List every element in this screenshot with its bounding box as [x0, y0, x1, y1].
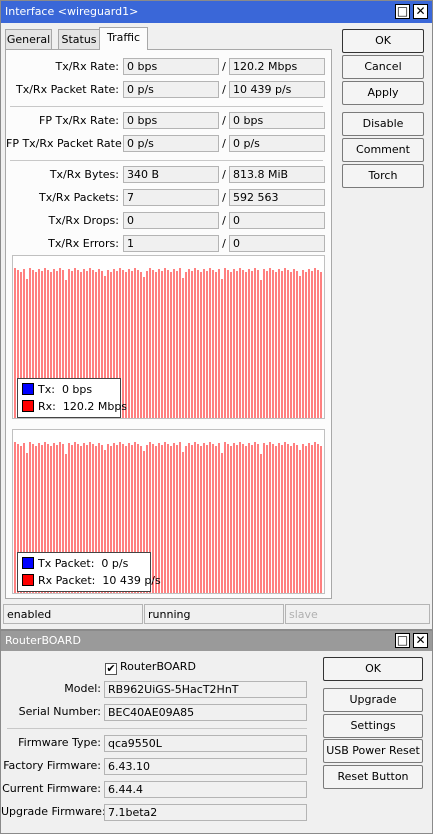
close-button[interactable]: ✕ — [413, 4, 428, 19]
rx-bytes-field[interactable]: 813.8 MiB — [229, 166, 325, 183]
slash: / — [222, 214, 226, 227]
reset-button-button[interactable]: Reset Button — [323, 765, 423, 789]
legend-rx-packet-label: Rx Packet: — [38, 574, 96, 587]
tx-packet-rate-field[interactable]: 0 p/s — [123, 81, 219, 98]
rate-graph: Tx: 0 bps Rx: 120.2 Mbps — [12, 255, 325, 419]
settings-button[interactable]: Settings — [323, 714, 423, 738]
legend-rx: Rx: 120.2 Mbps — [22, 398, 127, 415]
interface-title-bar[interactable]: Interface <wireguard1> □ ✕ — [1, 1, 432, 23]
tab-general[interactable]: General — [5, 29, 52, 49]
tab-status[interactable]: Status — [58, 29, 100, 49]
legend-rx-label: Rx: — [38, 400, 56, 413]
rx-rate-field[interactable]: 120.2 Mbps — [229, 58, 325, 75]
serial-number-label: Serial Number: — [18, 705, 101, 718]
separator — [10, 160, 323, 161]
serial-number-field[interactable]: BEC40AE09A85 — [104, 704, 307, 721]
txrx-rate-label: Tx/Rx Rate: — [55, 60, 119, 73]
ok-button[interactable]: OK — [342, 29, 424, 53]
fp-rx-packet-rate-field[interactable]: 0 p/s — [229, 135, 325, 152]
routerboard-checkbox-label: RouterBOARD — [120, 660, 196, 673]
factory-firmware-field[interactable]: 6.43.10 — [104, 758, 307, 775]
current-firmware-label: Current Firmware: — [2, 782, 101, 795]
traffic-panel: Tx/Rx Rate: 0 bps / 120.2 Mbps Tx/Rx Pac… — [5, 49, 332, 599]
legend-tx-packet: Tx Packet: 0 p/s — [22, 555, 146, 572]
cancel-button[interactable]: Cancel — [342, 55, 424, 79]
slash: / — [222, 114, 226, 127]
txrx-packets-label: Tx/Rx Packets: — [38, 191, 119, 204]
txrx-drops-label: Tx/Rx Drops: — [48, 214, 120, 227]
upgrade-firmware-label: Upgrade Firmware: — [1, 805, 106, 818]
slash: / — [222, 191, 226, 204]
interface-window: Interface <wireguard1> □ ✕ General Statu… — [0, 0, 433, 630]
rx-drops-field[interactable]: 0 — [229, 212, 325, 229]
rb-ok-button[interactable]: OK — [323, 657, 423, 681]
fp-tx-packet-rate-field[interactable]: 0 p/s — [123, 135, 219, 152]
tab-traffic[interactable]: Traffic — [99, 27, 148, 50]
txrx-packet-rate-label: Tx/Rx Packet Rate: — [16, 83, 119, 96]
status-running: running — [144, 604, 284, 624]
tx-packets-field[interactable]: 7 — [123, 189, 219, 206]
legend-rx-packet: Rx Packet: 10 439 p/s — [22, 572, 161, 589]
firmware-type-field[interactable]: qca9550L — [104, 735, 307, 752]
tx-swatch — [22, 383, 34, 395]
routerboard-title-bar[interactable]: RouterBOARD □ ✕ — [1, 631, 432, 651]
rx-packet-rate-field[interactable]: 10 439 p/s — [229, 81, 325, 98]
tx-rate-field[interactable]: 0 bps — [123, 58, 219, 75]
routerboard-window-title: RouterBOARD — [5, 634, 81, 647]
rx-packets-field[interactable]: 592 563 — [229, 189, 325, 206]
factory-firmware-label: Factory Firmware: — [3, 759, 101, 772]
comment-button[interactable]: Comment — [342, 138, 424, 162]
rate-graph-legend: Tx: 0 bps Rx: 120.2 Mbps — [17, 378, 127, 418]
separator — [7, 728, 307, 729]
txrx-bytes-label: Tx/Rx Bytes: — [49, 168, 119, 181]
slash: / — [222, 83, 226, 96]
txrx-errors-label: Tx/Rx Errors: — [48, 237, 119, 250]
disable-button[interactable]: Disable — [342, 112, 424, 136]
slash: / — [222, 137, 226, 150]
slash: / — [222, 60, 226, 73]
interface-window-title: Interface <wireguard1> — [5, 5, 139, 18]
maximize-button[interactable]: □ — [395, 4, 410, 19]
rx-errors-field[interactable]: 0 — [229, 235, 325, 252]
model-label: Model: — [64, 682, 101, 695]
model-field[interactable]: RB962UiGS-5HacT2HnT — [104, 681, 307, 698]
packet-graph: Tx Packet: 0 p/s Rx Packet: 10 439 p/s — [12, 429, 325, 594]
legend-tx-packet-label: Tx Packet: — [38, 557, 95, 570]
fp-txrx-rate-label: FP Tx/Rx Rate: — [39, 114, 119, 127]
torch-button[interactable]: Torch — [342, 164, 424, 188]
legend-rx-packet-value: 10 439 p/s — [102, 574, 161, 587]
rx-swatch — [22, 400, 34, 412]
current-firmware-field[interactable]: 6.44.4 — [104, 781, 307, 798]
fp-txrx-packet-rate-label: FP Tx/Rx Packet Rate: — [6, 137, 126, 150]
maximize-button[interactable]: □ — [395, 633, 410, 648]
tx-bytes-field[interactable]: 340 B — [123, 166, 219, 183]
usb-power-reset-button[interactable]: USB Power Reset — [323, 739, 423, 763]
routerboard-checkbox-row[interactable]: ✔ RouterBOARD — [105, 659, 196, 675]
upgrade-button[interactable]: Upgrade — [323, 688, 423, 712]
apply-button[interactable]: Apply — [342, 81, 424, 105]
close-button[interactable]: ✕ — [413, 633, 428, 648]
routerboard-window: RouterBOARD □ ✕ ✔ RouterBOARD Model: RB96… — [0, 630, 433, 834]
slash: / — [222, 237, 226, 250]
legend-tx-label: Tx: — [38, 383, 55, 396]
firmware-type-label: Firmware Type: — [18, 736, 101, 749]
slash: / — [222, 168, 226, 181]
legend-tx: Tx: 0 bps — [22, 381, 116, 398]
legend-tx-value: 0 bps — [61, 383, 93, 396]
legend-tx-packet-value: 0 p/s — [101, 557, 129, 570]
routerboard-checkbox[interactable]: ✔ — [105, 663, 117, 675]
status-enabled: enabled — [3, 604, 143, 624]
packet-graph-legend: Tx Packet: 0 p/s Rx Packet: 10 439 p/s — [17, 552, 161, 592]
tx-drops-field[interactable]: 0 — [123, 212, 219, 229]
status-slave: slave — [285, 604, 430, 624]
upgrade-firmware-field[interactable]: 7.1beta2 — [104, 804, 307, 821]
legend-rx-value: 120.2 Mbps — [62, 400, 128, 413]
tx-errors-field[interactable]: 1 — [123, 235, 219, 252]
rx-swatch — [22, 574, 34, 586]
separator — [10, 106, 323, 107]
tx-swatch — [22, 557, 34, 569]
fp-tx-rate-field[interactable]: 0 bps — [123, 112, 219, 129]
fp-rx-rate-field[interactable]: 0 bps — [229, 112, 325, 129]
